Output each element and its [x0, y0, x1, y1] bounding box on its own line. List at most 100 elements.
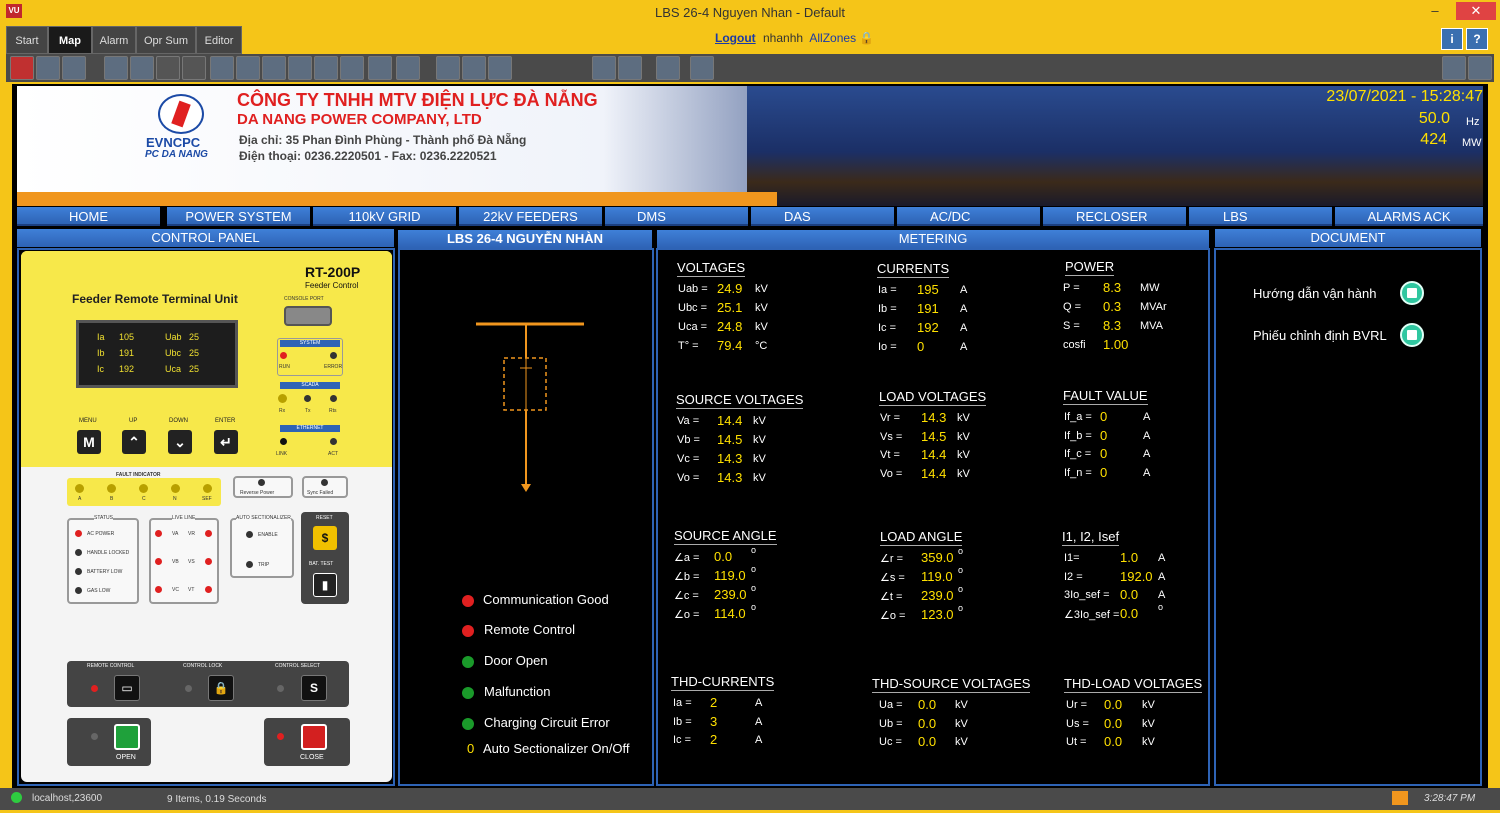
- lock-icon[interactable]: 🔒: [859, 31, 874, 45]
- metering-value: 114.0: [714, 606, 746, 621]
- zoom-in-icon[interactable]: [210, 56, 234, 80]
- forward-icon[interactable]: [182, 56, 206, 80]
- minimize-icon[interactable]: –: [1420, 2, 1450, 20]
- open-button[interactable]: [114, 724, 140, 750]
- nav-power-system[interactable]: POWER SYSTEM: [167, 207, 310, 226]
- lcd-value: 25: [189, 332, 200, 342]
- run-led: [280, 352, 287, 359]
- metering-unit: MW: [1140, 282, 1160, 294]
- monitor-icon[interactable]: [488, 56, 512, 80]
- metering-label: 3Io_sef =: [1064, 589, 1110, 601]
- tab-alarm[interactable]: Alarm: [92, 26, 136, 54]
- username: nhanhh: [763, 31, 804, 45]
- window-icon[interactable]: [36, 56, 60, 80]
- nav-das[interactable]: DAS: [751, 207, 894, 226]
- trip-label: TRIP: [258, 562, 270, 568]
- nav-22kv-feeders[interactable]: 22kV FEEDERS: [459, 207, 602, 226]
- tile-icon[interactable]: [62, 56, 86, 80]
- metering-unit: kV: [755, 302, 768, 314]
- metering-unit: kV: [1142, 699, 1155, 711]
- metering-unit: kV: [955, 736, 968, 748]
- fit-icon[interactable]: [262, 56, 286, 80]
- metering-unit: A: [960, 322, 968, 334]
- metering-value: 3: [710, 713, 718, 729]
- metering-title: CURRENTS: [877, 261, 950, 278]
- pen-icon[interactable]: [656, 56, 680, 80]
- nav-110kv-grid[interactable]: 110kV GRID: [313, 207, 456, 226]
- metering-unit: A: [960, 303, 968, 315]
- exit-icon[interactable]: [1468, 56, 1492, 80]
- tab-editor[interactable]: Editor: [196, 26, 242, 54]
- tab-opr-sum[interactable]: Opr Sum: [136, 26, 196, 54]
- 3d-icon[interactable]: [340, 56, 364, 80]
- vs-label: VS: [188, 559, 195, 565]
- frequency-unit: Hz: [1466, 116, 1480, 128]
- close-icon[interactable]: ✕: [1456, 2, 1496, 20]
- scada-label: SCADA: [280, 382, 340, 389]
- window-title: LBS 26-4 Nguyen Nhan - Default: [654, 5, 846, 20]
- print-icon[interactable]: [368, 56, 392, 80]
- logout-link[interactable]: Logout: [715, 31, 756, 45]
- up-key[interactable]: ⌃: [122, 430, 146, 454]
- ac-power-label: AC POWER: [87, 531, 115, 537]
- key-down-label: DOWN: [169, 418, 188, 424]
- alarm-status-icon[interactable]: [1392, 791, 1408, 805]
- vu-icon[interactable]: [592, 56, 616, 80]
- metering-label: Vo =: [677, 472, 700, 484]
- metering-value: 79.4: [717, 338, 743, 353]
- pan-icon[interactable]: [288, 56, 312, 80]
- control-select-button[interactable]: S: [301, 675, 327, 701]
- info-icon[interactable]: i: [1441, 28, 1463, 50]
- compass-icon[interactable]: [690, 56, 714, 80]
- lbs-single-line-diagram[interactable]: [470, 318, 590, 498]
- back-icon[interactable]: [156, 56, 180, 80]
- metering-unit: kV: [957, 467, 970, 480]
- help-icon[interactable]: ?: [1466, 28, 1488, 50]
- metering-value: 239.0: [714, 587, 747, 602]
- enable-label: ENABLE: [258, 532, 278, 538]
- doc-operation-guide-button[interactable]: [1400, 281, 1424, 305]
- enter-key[interactable]: ↵: [214, 430, 238, 454]
- control-lock-button[interactable]: 🔒: [208, 675, 234, 701]
- tab-start[interactable]: Start: [6, 26, 48, 54]
- charging-circuit-error-led: [462, 718, 474, 730]
- home-icon[interactable]: [130, 56, 154, 80]
- alarm-bell-icon[interactable]: [10, 56, 34, 80]
- key-enter-label: ENTER: [215, 418, 236, 424]
- save-icon[interactable]: [396, 56, 420, 80]
- menu-key[interactable]: M: [77, 430, 101, 454]
- metering-label: Va =: [677, 415, 700, 427]
- nav-ac-dc[interactable]: AC/DC: [897, 207, 1040, 226]
- malfunction-led: [462, 687, 474, 699]
- fi-a-label: A: [78, 496, 82, 502]
- metering-value: 14.4: [921, 465, 947, 481]
- metering-unit: kV: [753, 472, 766, 484]
- metering-label: Vt =: [880, 449, 900, 461]
- auto-sectionalizer-label: AUTO SECTIONALIZER: [236, 515, 291, 521]
- nav-dms[interactable]: DMS: [605, 207, 748, 226]
- search-icon[interactable]: [314, 56, 338, 80]
- nav-alarms-ack[interactable]: ALARMS ACK: [1335, 207, 1483, 226]
- trend-icon[interactable]: [1442, 56, 1466, 80]
- nav-home[interactable]: HOME: [17, 207, 160, 226]
- metering-label: If_a =: [1064, 411, 1092, 423]
- close-button[interactable]: [301, 724, 327, 750]
- rts-led: [330, 395, 337, 402]
- reset-button[interactable]: $: [313, 526, 337, 550]
- metering-value: 0.0: [1104, 715, 1123, 731]
- app-icon[interactable]: VU: [6, 4, 22, 18]
- tab-map[interactable]: Map: [48, 26, 92, 54]
- sync-failed-label: Sync Failed: [307, 490, 334, 496]
- down-key[interactable]: ⌄: [168, 430, 192, 454]
- bat-test-button[interactable]: ▮: [313, 573, 337, 597]
- list-icon[interactable]: [618, 56, 642, 80]
- doc-relay-setting-button[interactable]: [1400, 323, 1424, 347]
- nav-lbs[interactable]: LBS: [1189, 207, 1332, 226]
- nav-recloser[interactable]: RECLOSER: [1043, 207, 1186, 226]
- dms-icon[interactable]: [462, 56, 486, 80]
- remote-control-button[interactable]: ▭: [114, 675, 140, 701]
- fi-n-label: N: [173, 496, 177, 502]
- oms-icon[interactable]: [436, 56, 460, 80]
- globe-icon[interactable]: [104, 56, 128, 80]
- zoom-out-icon[interactable]: [236, 56, 260, 80]
